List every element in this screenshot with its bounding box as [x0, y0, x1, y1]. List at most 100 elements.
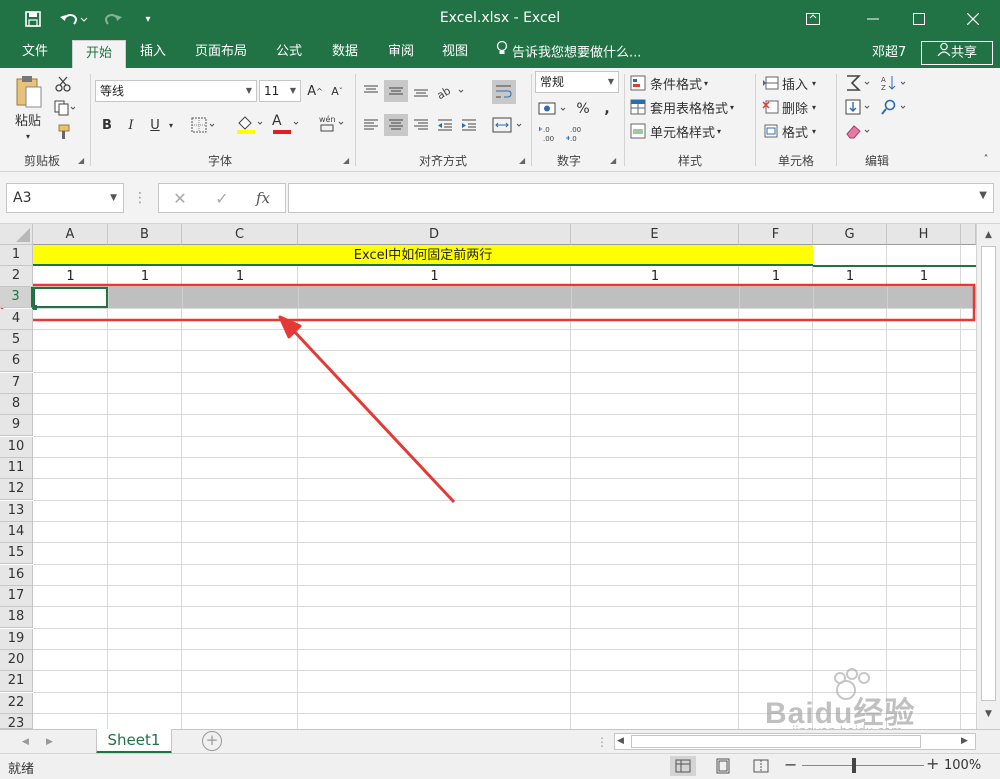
horizontal-scrollbar[interactable]: ◀ ▶	[614, 733, 976, 750]
row-header-14[interactable]: 14	[0, 522, 33, 543]
cell-styles-button[interactable]: 单元格样式 ▾	[630, 120, 740, 142]
format-painter-icon[interactable]	[52, 122, 74, 142]
scroll-right-icon[interactable]: ▶	[961, 734, 973, 749]
merge-center-icon[interactable]	[490, 114, 530, 136]
font-launcher-icon[interactable]: ◢	[343, 156, 349, 165]
borders-icon[interactable]	[190, 115, 218, 135]
underline-button[interactable]: U	[147, 115, 163, 135]
paste-dropdown-icon[interactable]: ▾	[20, 130, 36, 142]
clear-icon[interactable]	[842, 120, 876, 142]
row-header-15[interactable]: 15	[0, 543, 33, 564]
number-format-box[interactable]: 常规 ▼	[535, 71, 619, 93]
ribbon-display-options-icon[interactable]	[790, 0, 836, 38]
italic-button[interactable]: I	[123, 115, 139, 135]
insert-function-icon[interactable]: fx	[250, 188, 276, 208]
increase-decimal-icon[interactable]: .0.00	[537, 124, 563, 144]
row-header-10[interactable]: 10	[0, 437, 33, 458]
row-header-17[interactable]: 17	[0, 586, 33, 607]
row-header-23[interactable]: 23	[0, 714, 33, 731]
tab-page-layout[interactable]: 页面布局	[184, 38, 258, 68]
zoom-slider-thumb[interactable]	[852, 758, 856, 773]
scroll-down-icon[interactable]: ▼	[980, 706, 997, 723]
sheet-tab-sheet1[interactable]: Sheet1	[96, 729, 172, 754]
row-header-2[interactable]: 2	[0, 266, 33, 287]
align-top-icon[interactable]	[360, 80, 382, 102]
decrease-indent-icon[interactable]	[434, 114, 456, 136]
tab-home[interactable]: 开始	[72, 40, 126, 68]
percent-button[interactable]: %	[574, 98, 592, 120]
page-break-view-icon[interactable]	[748, 756, 774, 776]
font-name-box[interactable]: 等线 ▼	[95, 80, 257, 102]
minimize-icon[interactable]	[850, 0, 896, 38]
row-header-6[interactable]: 6	[0, 351, 33, 372]
underline-dropdown-icon[interactable]: ▾	[165, 115, 177, 135]
scroll-up-icon[interactable]: ▲	[980, 227, 997, 244]
add-sheet-icon[interactable]: +	[202, 731, 222, 751]
orientation-icon[interactable]: ab	[436, 80, 468, 102]
copy-icon[interactable]	[52, 98, 78, 118]
vertical-scroll-thumb[interactable]	[981, 246, 996, 701]
name-box[interactable]: A3 ▼	[6, 183, 124, 213]
increase-indent-icon[interactable]	[458, 114, 480, 136]
bold-button[interactable]: B	[99, 115, 115, 135]
row-header-13[interactable]: 13	[0, 501, 33, 522]
format-as-table-button[interactable]: 套用表格格式 ▾	[630, 96, 750, 118]
tab-review[interactable]: 审阅	[374, 38, 428, 68]
row-header-3[interactable]: 3	[0, 287, 33, 308]
decrease-font-icon[interactable]: Aˇ	[328, 81, 346, 101]
cut-icon[interactable]	[52, 74, 74, 94]
row-header-8[interactable]: 8	[0, 394, 33, 415]
collapse-ribbon-icon[interactable]: ˄	[978, 152, 994, 166]
worksheet-grid[interactable]: A B C D E F G H Excel中如何固定前两行 1 1 1 1 1 …	[0, 224, 1000, 738]
zoom-out-icon[interactable]: −	[784, 756, 798, 776]
format-cells-button[interactable]: 格式 ▾	[762, 120, 832, 142]
row-header-12[interactable]: 12	[0, 479, 33, 500]
alignment-launcher-icon[interactable]: ◢	[519, 156, 525, 165]
decrease-decimal-icon[interactable]: .00.0	[564, 124, 590, 144]
tab-file[interactable]: 文件	[8, 38, 62, 68]
accounting-format-icon[interactable]	[537, 98, 571, 120]
tab-insert[interactable]: 插入	[128, 38, 178, 68]
page-layout-view-icon[interactable]	[710, 756, 736, 776]
share-button[interactable]: 共享	[921, 41, 993, 65]
align-center-icon[interactable]	[384, 114, 408, 136]
find-select-icon[interactable]	[878, 96, 912, 118]
scroll-left-icon[interactable]: ◀	[617, 734, 629, 749]
font-size-box[interactable]: 11 ▼	[259, 80, 301, 102]
row-header-19[interactable]: 19	[0, 629, 33, 650]
wrap-text-icon[interactable]	[492, 80, 516, 104]
zoom-level[interactable]: 100%	[944, 758, 981, 773]
row-header-11[interactable]: 11	[0, 458, 33, 479]
row-header-5[interactable]: 5	[0, 330, 33, 351]
drag-handle-icon[interactable]: ⋮	[133, 188, 147, 208]
fill-icon[interactable]	[842, 96, 876, 118]
align-left-icon[interactable]	[360, 114, 382, 136]
phonetic-guide-icon[interactable]: wén	[316, 113, 348, 135]
cancel-icon[interactable]: ✕	[168, 188, 192, 208]
close-icon[interactable]	[950, 0, 996, 38]
tab-data[interactable]: 数据	[318, 38, 372, 68]
conditional-formatting-button[interactable]: 条件格式 ▾	[630, 72, 730, 94]
comma-button[interactable]: ,	[598, 98, 616, 120]
next-sheet-icon[interactable]: ▶	[46, 733, 60, 751]
normal-view-icon[interactable]	[670, 756, 696, 776]
align-middle-icon[interactable]	[384, 80, 408, 102]
fill-color-icon[interactable]	[234, 113, 266, 135]
tell-me-box[interactable]: 告诉我您想要做什么...	[496, 38, 641, 68]
zoom-in-icon[interactable]: +	[926, 755, 940, 775]
insert-cells-button[interactable]: 插入 ▾	[762, 72, 832, 94]
row-header-21[interactable]: 21	[0, 671, 33, 692]
row-header-4[interactable]: 4	[0, 309, 33, 330]
paste-button[interactable]: 粘贴	[10, 110, 46, 129]
row-header-20[interactable]: 20	[0, 650, 33, 671]
tab-view[interactable]: 视图	[428, 38, 482, 68]
drag-handle-icon[interactable]: ⋮	[596, 734, 608, 750]
row-header-1[interactable]: 1	[0, 245, 33, 266]
prev-sheet-icon[interactable]: ◀	[22, 733, 36, 751]
maximize-icon[interactable]	[896, 0, 942, 38]
user-name[interactable]: 邓超7	[872, 38, 906, 68]
sort-filter-icon[interactable]: AZ	[878, 72, 912, 94]
font-color-icon[interactable]: A	[270, 113, 302, 135]
delete-cells-button[interactable]: 删除 ▾	[762, 96, 832, 118]
row-header-9[interactable]: 9	[0, 415, 33, 436]
